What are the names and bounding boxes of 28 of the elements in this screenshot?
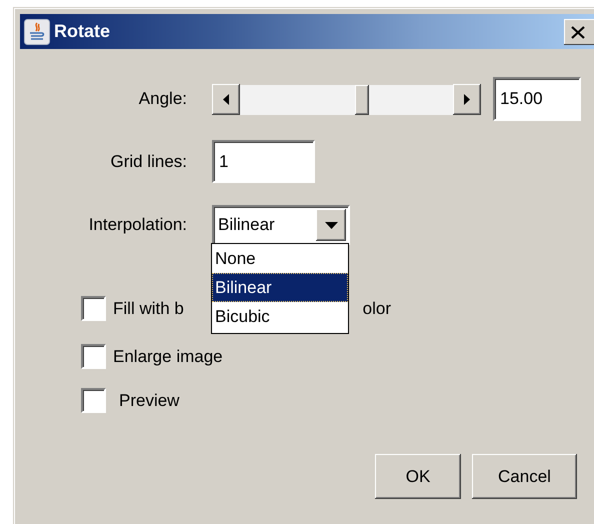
checkbox-label: Fill with b: [113, 298, 184, 318]
checkbox-label: olor: [362, 298, 391, 318]
dropdown-option[interactable]: None: [212, 244, 348, 273]
field-label: Grid lines:: [109, 152, 187, 172]
left-arrow-icon: [223, 94, 229, 104]
checkbox[interactable]: [81, 388, 106, 413]
checkbox[interactable]: [81, 296, 106, 321]
window-title: Rotate: [54, 21, 110, 42]
checkbox[interactable]: [81, 344, 106, 369]
right-arrow-icon: [464, 94, 470, 104]
field-label: Angle:: [138, 89, 187, 109]
scroll-left-button[interactable]: [212, 84, 240, 114]
slider-thumb[interactable]: [355, 84, 370, 114]
close-button[interactable]: [564, 19, 594, 45]
checkbox-label: Enlarge image: [113, 346, 223, 366]
cup-icon: [24, 18, 50, 44]
grid-lines-field[interactable]: 1: [212, 140, 315, 183]
field-label: Interpolation:: [88, 215, 187, 235]
angle-field[interactable]: 15.00: [493, 77, 581, 121]
close-icon: [571, 26, 585, 38]
dropdown-option[interactable]: Bicubic: [212, 302, 348, 331]
angle-slider[interactable]: [212, 84, 481, 114]
scroll-right-button[interactable]: [453, 84, 481, 114]
cancel-button[interactable]: Cancel: [472, 454, 577, 499]
dropdown-option[interactable]: Bilinear: [212, 273, 348, 302]
interpolation-dropdown[interactable]: Bilinear: [212, 205, 350, 245]
checkbox-label: Preview: [119, 390, 180, 410]
ok-button[interactable]: OK: [375, 454, 461, 499]
